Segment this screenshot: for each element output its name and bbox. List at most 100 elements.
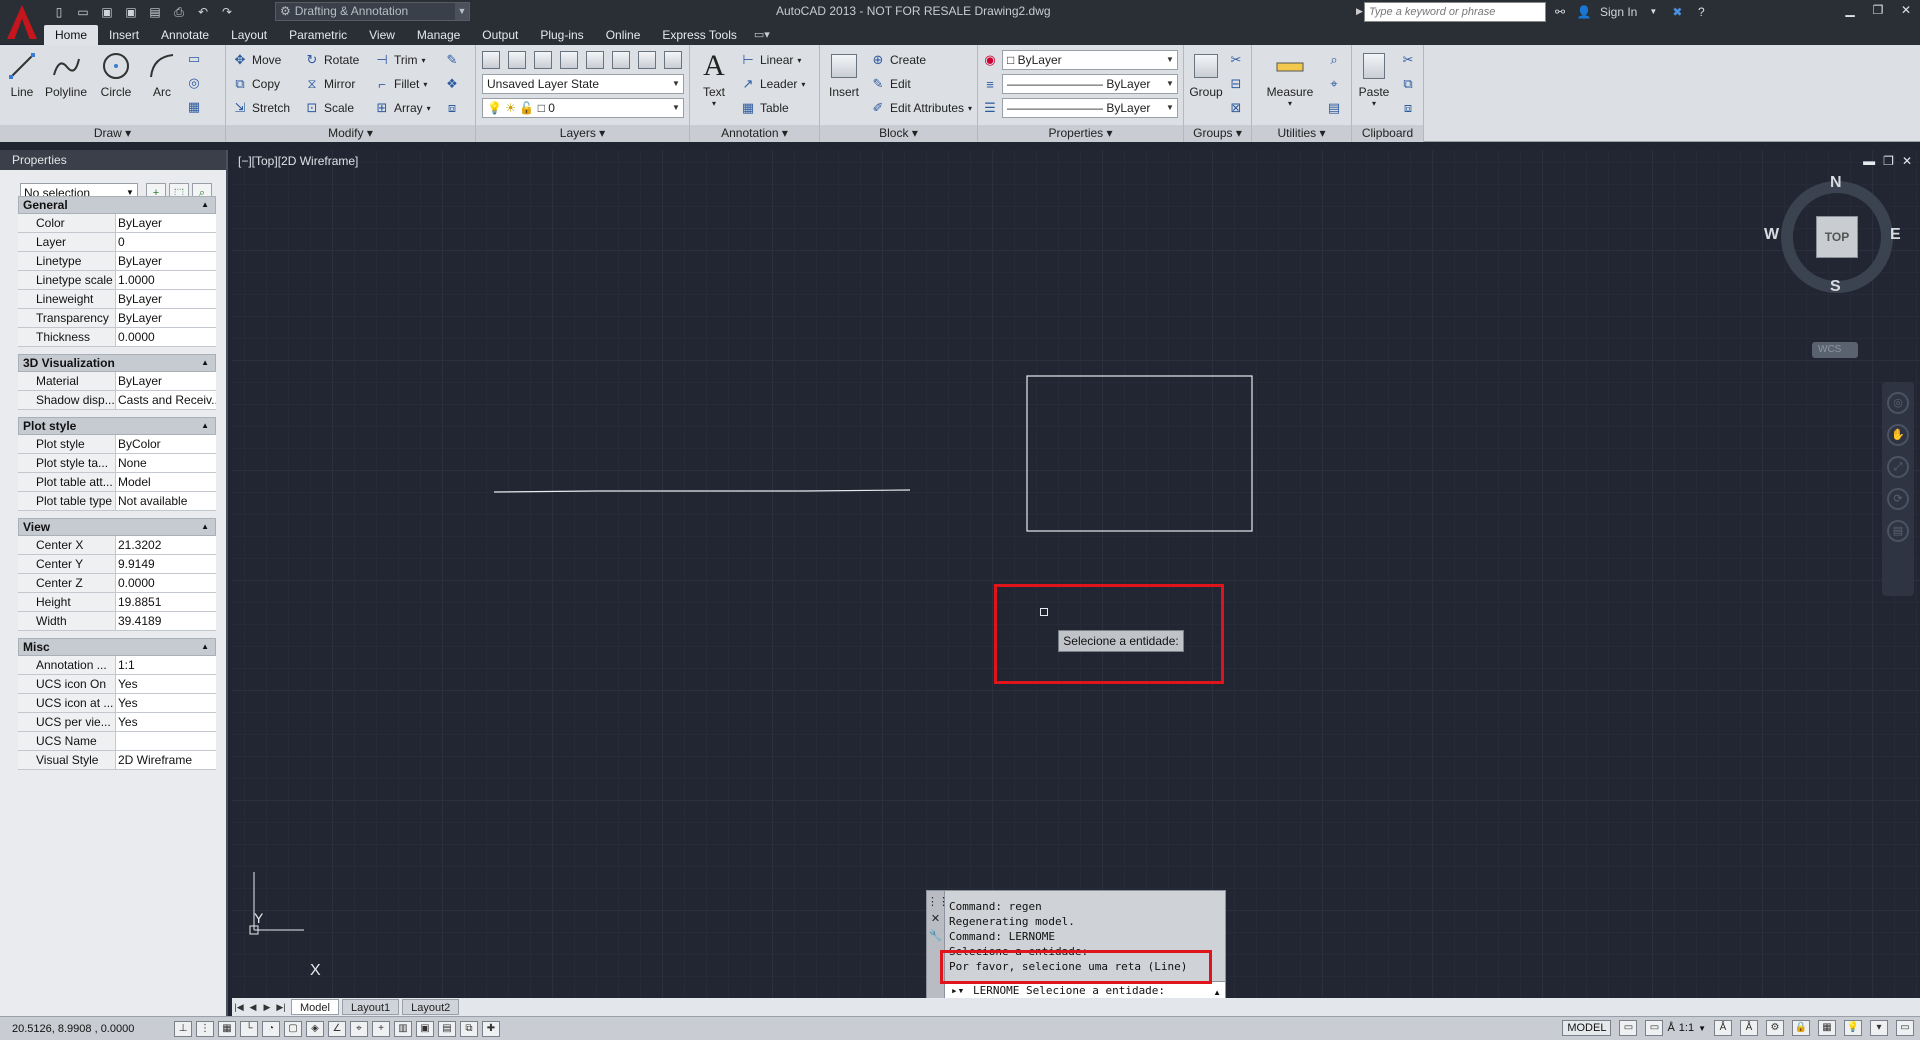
panel-title-utilities[interactable]: Utilities ▾ — [1252, 125, 1351, 142]
edit-block-button[interactable]: ✎ Edit — [870, 74, 911, 94]
property-value[interactable]: ByColor — [116, 435, 216, 453]
open-folder-icon[interactable]: ▭ — [74, 4, 92, 20]
last-tab-icon[interactable]: ▶| — [274, 1002, 288, 1013]
property-row[interactable]: Center Y 9.9149 — [18, 555, 216, 574]
property-value[interactable]: ByLayer — [116, 214, 216, 232]
fillet-button[interactable]: ⌐ Fillet ▾ — [374, 74, 427, 94]
property-value[interactable]: ByLayer — [116, 290, 216, 308]
binoculars-icon[interactable]: ⚯ — [1552, 4, 1568, 20]
property-value[interactable] — [116, 732, 216, 750]
mirror-button[interactable]: ⧖ Mirror — [304, 74, 355, 94]
ungroup-button[interactable]: ✂ — [1228, 50, 1244, 70]
web-mobile-icon[interactable]: ▤ — [146, 4, 164, 20]
zoom-extents-icon[interactable]: ⤢ — [1887, 456, 1909, 478]
create-block-button[interactable]: ⊕ Create — [870, 50, 926, 70]
collapse-arrow-icon[interactable]: ▲ — [201, 197, 209, 213]
grid-display-icon[interactable]: ▦ — [218, 1020, 236, 1037]
property-row[interactable]: Width 39.4189 — [18, 612, 216, 631]
layer-state-select[interactable]: Unsaved Layer State ▼ — [482, 74, 684, 94]
property-value[interactable]: Not available — [116, 492, 216, 510]
quick-properties-icon[interactable]: ▤ — [438, 1020, 456, 1037]
property-value[interactable]: 9.9149 — [116, 555, 216, 573]
wcs-menu[interactable]: WCS — [1812, 342, 1858, 358]
group-selection-button[interactable]: ⊠ — [1228, 98, 1244, 118]
property-value[interactable]: 0.0000 — [116, 574, 216, 592]
layer-properties-icon[interactable] — [482, 51, 500, 69]
property-value[interactable]: 1:1 — [116, 656, 216, 674]
tab-manage[interactable]: Manage — [406, 25, 471, 45]
rectangle-button[interactable]: ▭ — [186, 49, 202, 69]
property-row[interactable]: Plot style ta... None — [18, 454, 216, 473]
polar-tracking-icon[interactable]: ◔ — [262, 1020, 280, 1037]
property-value[interactable]: 1.0000 — [116, 271, 216, 289]
property-row[interactable]: Plot table type Not available — [18, 492, 216, 511]
wrench-icon[interactable]: 🔧 — [927, 929, 944, 942]
property-row[interactable]: Center X 21.3202 — [18, 536, 216, 555]
property-value[interactable]: Casts and Receiv... — [116, 391, 216, 409]
property-row[interactable]: Center Z 0.0000 — [18, 574, 216, 593]
save-as-icon[interactable]: ▣ — [122, 4, 140, 20]
property-value[interactable]: 2D Wireframe — [116, 751, 216, 769]
property-row[interactable]: Plot table att... Model — [18, 473, 216, 492]
tab-annotate[interactable]: Annotate — [150, 25, 220, 45]
property-value[interactable]: Yes — [116, 675, 216, 693]
object-snap-icon[interactable]: ▢ — [284, 1020, 302, 1037]
collapse-arrow-icon[interactable]: ▲ — [201, 639, 209, 655]
quick-view-drawings-icon[interactable]: ▭ — [1645, 1020, 1664, 1036]
save-icon[interactable]: ▣ — [98, 4, 116, 20]
line-button[interactable]: Line — [0, 50, 44, 99]
tab-home[interactable]: Home — [44, 25, 99, 45]
compass-south[interactable]: S — [1830, 278, 1841, 296]
property-value[interactable]: 19.8851 — [116, 593, 216, 611]
property-value[interactable]: 0.0000 — [116, 328, 216, 346]
linear-dim-button[interactable]: ⊢ Linear ▾ — [740, 50, 801, 70]
layer-off-icon[interactable] — [612, 51, 630, 69]
application-menu-button[interactable] — [0, 0, 44, 44]
arc-button[interactable]: Arc — [140, 50, 184, 99]
move-button[interactable]: ✥ Move — [232, 50, 282, 70]
plot-icon[interactable]: ⎙ — [170, 4, 188, 20]
3d-object-snap-icon[interactable]: ◈ — [306, 1020, 324, 1037]
property-section-title[interactable]: General ▲ — [18, 196, 216, 214]
quick-select-button[interactable]: ⌕ — [1326, 50, 1342, 70]
tab-parametric[interactable]: Parametric — [278, 25, 358, 45]
text-button[interactable]: A Text ▾ — [692, 49, 736, 108]
panel-title-layers[interactable]: Layers ▾ — [476, 125, 689, 142]
hardware-acceleration-icon[interactable]: ▦ — [1818, 1020, 1836, 1036]
undo-icon[interactable]: ↶ — [194, 4, 212, 20]
match-properties-button[interactable]: ◉ — [982, 50, 998, 70]
hatch-button[interactable]: ◎ — [186, 73, 202, 93]
scale-button[interactable]: ⊡ Scale — [304, 98, 354, 118]
property-value[interactable]: 39.4189 — [116, 612, 216, 630]
property-value[interactable]: 21.3202 — [116, 536, 216, 554]
tab-layout2[interactable]: Layout2 — [402, 999, 460, 1015]
panel-title-properties[interactable]: Properties ▾ — [978, 125, 1183, 142]
circle-button[interactable]: Circle — [94, 50, 138, 99]
compass-north[interactable]: N — [1830, 174, 1842, 192]
property-row[interactable]: UCS Name — [18, 732, 216, 751]
property-section-title[interactable]: 3D Visualization ▲ — [18, 354, 216, 372]
copy-clip-button[interactable]: ⧉ — [1400, 74, 1416, 94]
redo-icon[interactable]: ↷ — [218, 4, 236, 20]
property-row[interactable]: Visual Style 2D Wireframe — [18, 751, 216, 770]
drawing-area[interactable]: [−][Top][2D Wireframe] ▬ ❐ ✕ X Y TOP N S… — [232, 150, 1920, 998]
panel-title-block[interactable]: Block ▾ — [820, 125, 977, 142]
collapse-arrow-icon[interactable]: ▲ — [201, 519, 209, 535]
showmotion-icon[interactable]: ▤ — [1887, 520, 1909, 542]
tab-output[interactable]: Output — [471, 25, 529, 45]
orbit-icon[interactable]: ⟳ — [1887, 488, 1909, 510]
group-button[interactable]: Group — [1184, 50, 1228, 99]
leader-button[interactable]: ↗ Leader ▾ — [740, 74, 806, 94]
annotation-scale[interactable]: 1:1 — [1679, 1022, 1694, 1034]
allow-dynamic-ucs-icon[interactable]: ⌖ — [350, 1020, 368, 1037]
match-prop-button[interactable]: ⧈ — [1400, 98, 1416, 118]
quick-view-layouts-icon[interactable]: ▭ — [1619, 1020, 1638, 1036]
tab-express-tools[interactable]: Express Tools — [651, 25, 747, 45]
workspace-switching-icon[interactable]: ⚙ — [1766, 1020, 1784, 1036]
model-space-toggle[interactable]: MODEL — [1562, 1020, 1612, 1036]
tab-online[interactable]: Online — [595, 25, 652, 45]
measure-button[interactable]: Measure ▾ — [1262, 50, 1318, 108]
stretch-button[interactable]: ⇲ Stretch — [232, 98, 290, 118]
workspace-selector[interactable]: ⚙ Drafting & Annotation ▼ — [275, 2, 470, 21]
snap-mode-icon[interactable]: ⋮ — [196, 1020, 214, 1037]
